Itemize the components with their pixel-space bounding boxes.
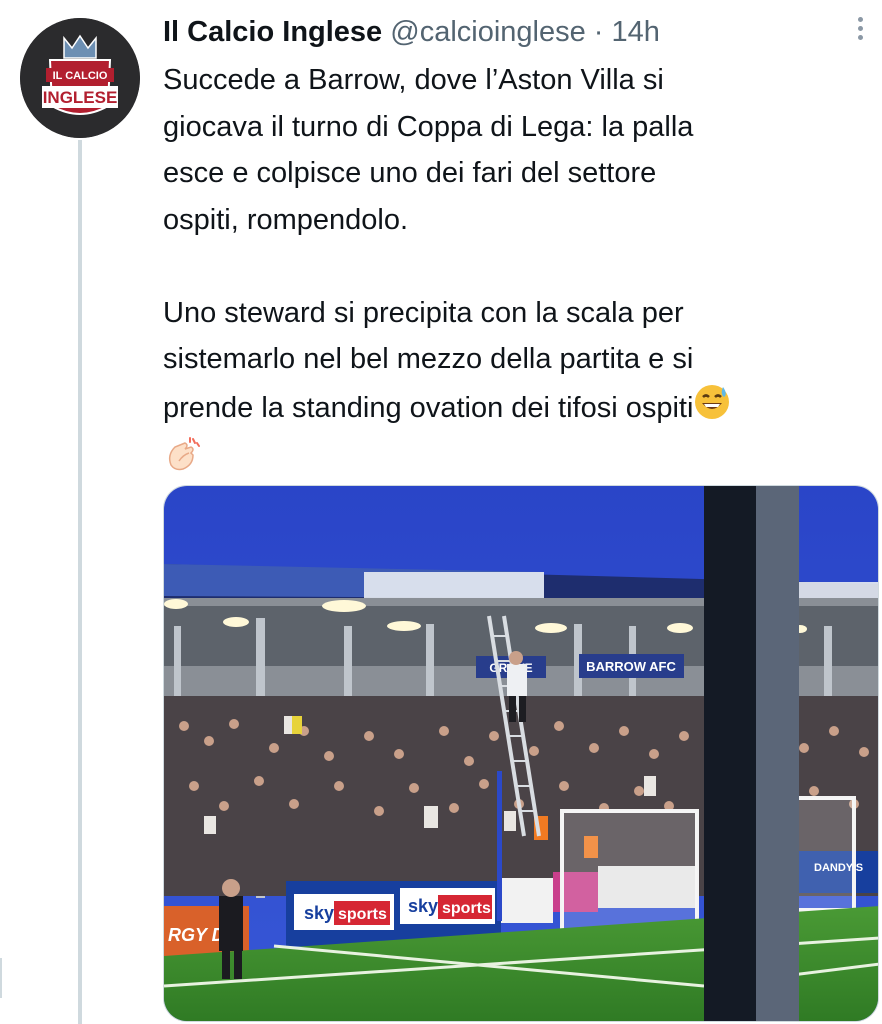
separator-dot: · bbox=[593, 16, 604, 48]
clapping-hands-emoji bbox=[163, 435, 203, 490]
tweet-photo[interactable]: GROVE BARROW AFC bbox=[163, 485, 879, 1022]
board-sports-2: sports bbox=[442, 900, 491, 917]
board-sky-2: sky bbox=[408, 896, 438, 916]
more-options-icon[interactable] bbox=[852, 14, 868, 46]
thread-line bbox=[78, 140, 82, 1024]
grinning-sweat-emoji bbox=[693, 383, 731, 436]
tweet-paragraph-2: Uno steward si precipita con la scala pe… bbox=[163, 296, 694, 424]
tweet-paragraph-1: Succede a Barrow, dove l’Aston Villa si … bbox=[163, 64, 694, 236]
logo-text-bottom: INGLESE bbox=[43, 88, 118, 107]
board-sky-1: sky bbox=[304, 903, 334, 923]
logo-text-top: IL CALCIO bbox=[53, 70, 108, 82]
display-name[interactable]: Il Calcio Inglese bbox=[163, 16, 382, 48]
user-handle[interactable]: @calcioinglese bbox=[390, 16, 585, 48]
tweet-header: Il Calcio Inglese @calcioinglese · 14h bbox=[163, 14, 842, 50]
board-sports-1: sports bbox=[338, 906, 387, 923]
timestamp[interactable]: 14h bbox=[612, 16, 660, 48]
stadium-photo: GROVE BARROW AFC bbox=[164, 486, 878, 1021]
banner-barrow-text: BARROW AFC bbox=[586, 659, 676, 674]
tweet-text: Succede a Barrow, dove l’Aston Villa si … bbox=[163, 57, 875, 490]
edge-divider bbox=[0, 958, 2, 998]
calcio-inglese-logo: IL CALCIO INGLESE bbox=[20, 18, 140, 138]
avatar[interactable]: IL CALCIO INGLESE bbox=[20, 18, 140, 138]
